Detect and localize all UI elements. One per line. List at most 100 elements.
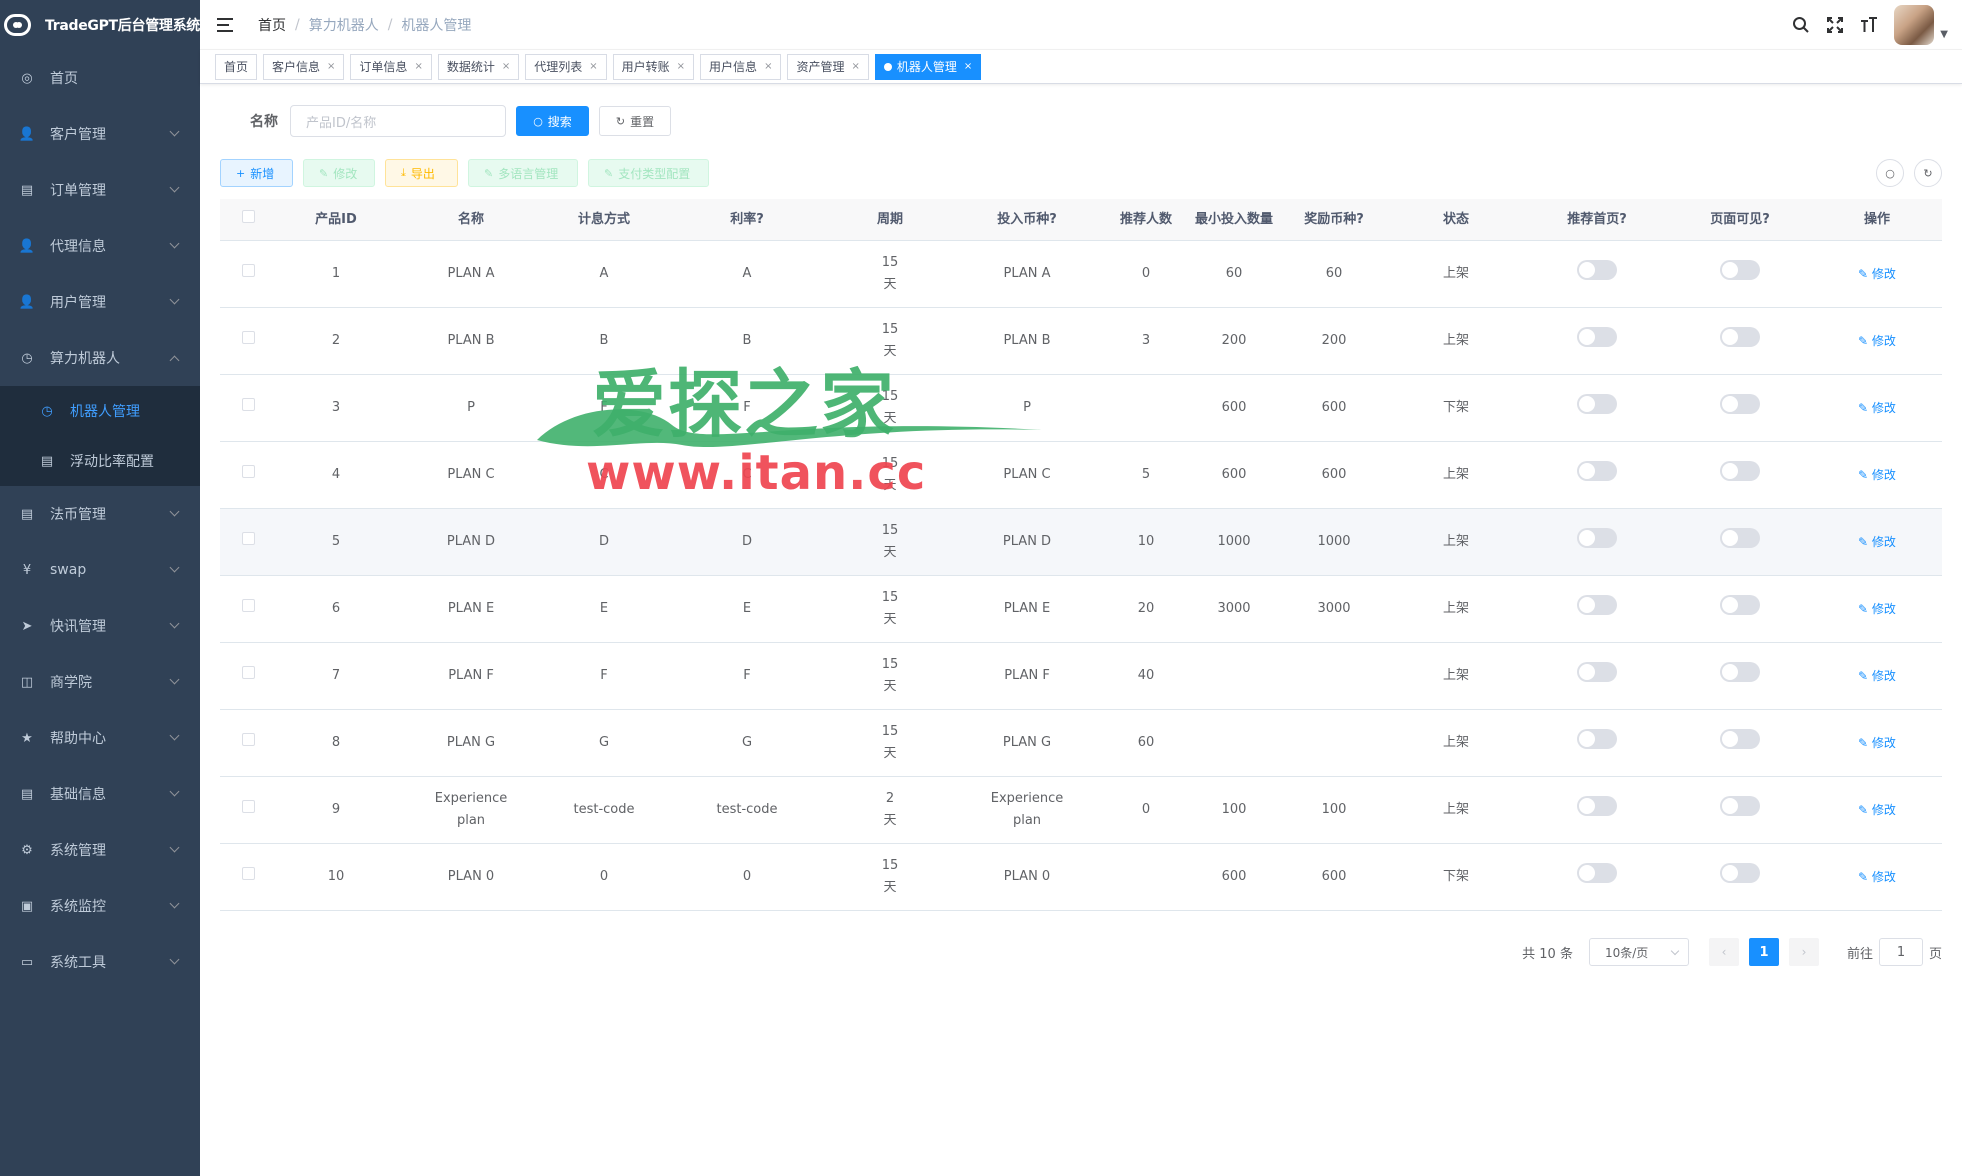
sidebar-item-more-0[interactable]: ▤ 法币管理	[0, 486, 200, 542]
hamburger-icon[interactable]	[217, 17, 233, 32]
tab-2[interactable]: 订单信息 ×	[350, 53, 432, 80]
table-row[interactable]: 1 PLAN A A A 15天 PLAN A 0 60 60 上架 ✎ 修改	[220, 241, 1942, 308]
table-row[interactable]: 2 PLAN B B B 15天 PLAN B 3 200 200 上架 ✎ 修改	[220, 308, 1942, 375]
close-icon[interactable]: ×	[327, 55, 335, 79]
caret-down-icon[interactable]: ▼	[1940, 29, 1948, 40]
sidebar-item-main-1[interactable]: 👤 客户管理	[0, 106, 200, 162]
page-number-current[interactable]: 1	[1748, 938, 1779, 966]
tab-3[interactable]: 数据统计 ×	[437, 53, 520, 80]
sidebar-item-more-7[interactable]: ▣ 系统监控	[0, 878, 200, 934]
payment-type-button[interactable]: ✎ 支付类型配置	[588, 159, 709, 187]
reset-button[interactable]: ↻ 重置	[599, 106, 671, 136]
page-visible-switch[interactable]	[1720, 394, 1760, 414]
page-visible-switch[interactable]	[1720, 796, 1760, 816]
sidebar-item-more-4[interactable]: ★ 帮助中心	[0, 710, 200, 766]
sidebar-item-sub-0[interactable]: ◷ 机器人管理	[0, 386, 200, 436]
select-all-checkbox[interactable]	[241, 209, 255, 223]
sidebar-item-main-3[interactable]: 👤 代理信息	[0, 218, 200, 274]
tab-7[interactable]: 资产管理 ×	[787, 53, 869, 80]
table-row[interactable]: 10 PLAN 0 0 0 15天 PLAN 0 600 600 下架 ✎ 修改	[220, 844, 1942, 911]
row-checkbox[interactable]	[241, 666, 255, 679]
sidebar-item-main-4[interactable]: 👤 用户管理	[0, 274, 200, 330]
recommend-home-switch[interactable]	[1577, 461, 1617, 481]
sidebar-item-sub-1[interactable]: ▤ 浮动比率配置	[0, 436, 200, 486]
next-page-button[interactable]: ›	[1788, 938, 1819, 966]
edit-button[interactable]: ✎ 修改	[303, 159, 375, 187]
add-button[interactable]: + 新增	[220, 159, 293, 187]
row-checkbox[interactable]	[241, 532, 255, 545]
page-visible-switch[interactable]	[1720, 260, 1760, 280]
recommend-home-switch[interactable]	[1577, 327, 1617, 347]
close-icon[interactable]: ×	[764, 55, 772, 79]
page-visible-switch[interactable]	[1720, 595, 1760, 615]
close-icon[interactable]: ×	[677, 55, 685, 79]
row-checkbox[interactable]	[241, 264, 255, 277]
edit-row-button[interactable]: ✎ 修改	[1858, 602, 1896, 616]
search-icon[interactable]	[1784, 16, 1818, 34]
language-manage-button[interactable]: ✎ 多语言管理	[468, 159, 578, 187]
table-row[interactable]: 6 PLAN E E E 15天 PLAN E 20 3000 3000 上架 ✎ 修改	[220, 576, 1942, 643]
page-visible-switch[interactable]	[1720, 729, 1760, 749]
recommend-home-switch[interactable]	[1577, 528, 1617, 548]
refresh-icon[interactable]: ↻	[1914, 159, 1942, 187]
sidebar-item-more-6[interactable]: ⚙ 系统管理	[0, 822, 200, 878]
tab-5[interactable]: 用户转账 ×	[612, 53, 695, 80]
table-row[interactable]: 9 Experience plan test-code test-code 2天 Expe…	[220, 777, 1942, 844]
row-checkbox[interactable]	[241, 398, 255, 411]
sidebar-item-main-2[interactable]: ▤ 订单管理	[0, 162, 200, 218]
sidebar-item-more-2[interactable]: ➤ 快讯管理	[0, 598, 200, 654]
page-visible-switch[interactable]	[1720, 461, 1760, 481]
sidebar-item-main-0[interactable]: ◎ 首页	[0, 50, 200, 106]
edit-row-button[interactable]: ✎ 修改	[1858, 535, 1896, 549]
sidebar-item-more-8[interactable]: ▭ 系统工具	[0, 934, 200, 990]
table-row[interactable]: 7 PLAN F F F 15天 PLAN F 40 上架 ✎ 修改	[220, 643, 1942, 710]
sidebar-item-main-5[interactable]: ◷ 算力机器人	[0, 330, 200, 386]
logo[interactable]: TradeGPT后台管理系统	[0, 0, 200, 50]
edit-row-button[interactable]: ✎ 修改	[1858, 803, 1896, 817]
tab-8[interactable]: 机器人管理 ×	[874, 53, 982, 80]
table-row[interactable]: 5 PLAN D D D 15天 PLAN D 10 1000 1000 上架 ✎ 修改	[220, 509, 1942, 576]
recommend-home-switch[interactable]	[1577, 863, 1617, 883]
row-checkbox[interactable]	[241, 733, 255, 746]
edit-row-button[interactable]: ✎ 修改	[1858, 468, 1896, 482]
table-row[interactable]: 8 PLAN G G G 15天 PLAN G 60 上架 ✎ 修改	[220, 710, 1942, 777]
breadcrumb-home[interactable]: 首页	[258, 15, 286, 35]
edit-row-button[interactable]: ✎ 修改	[1858, 736, 1896, 750]
page-visible-switch[interactable]	[1720, 327, 1760, 347]
page-size-select[interactable]: 10条/页	[1588, 938, 1689, 966]
sidebar-item-more-1[interactable]: ¥ swap	[0, 542, 200, 598]
row-checkbox[interactable]	[241, 465, 255, 478]
search-button[interactable]: ○ 搜索	[516, 106, 589, 136]
close-icon[interactable]: ×	[851, 55, 859, 79]
edit-row-button[interactable]: ✎ 修改	[1858, 267, 1896, 281]
tab-4[interactable]: 代理列表 ×	[525, 53, 607, 80]
close-icon[interactable]: ×	[589, 55, 597, 79]
tab-0[interactable]: 首页	[215, 53, 258, 80]
page-visible-switch[interactable]	[1720, 662, 1760, 682]
recommend-home-switch[interactable]	[1577, 260, 1617, 280]
fullscreen-icon[interactable]	[1818, 16, 1852, 34]
sidebar-item-more-5[interactable]: ▤ 基础信息	[0, 766, 200, 822]
edit-row-button[interactable]: ✎ 修改	[1858, 669, 1896, 683]
row-checkbox[interactable]	[241, 599, 255, 612]
recommend-home-switch[interactable]	[1577, 662, 1617, 682]
recommend-home-switch[interactable]	[1577, 796, 1617, 816]
prev-page-button[interactable]: ‹	[1708, 938, 1739, 966]
row-checkbox[interactable]	[241, 331, 255, 344]
tab-1[interactable]: 客户信息 ×	[263, 53, 345, 80]
close-icon[interactable]: ×	[964, 55, 972, 79]
close-icon[interactable]: ×	[502, 55, 510, 79]
sidebar-item-more-3[interactable]: ◫ 商学院	[0, 654, 200, 710]
font-size-icon[interactable]	[1852, 16, 1886, 34]
row-checkbox[interactable]	[241, 867, 255, 880]
recommend-home-switch[interactable]	[1577, 394, 1617, 414]
recommend-home-switch[interactable]	[1577, 595, 1617, 615]
recommend-home-switch[interactable]	[1577, 729, 1617, 749]
close-icon[interactable]: ×	[414, 55, 422, 79]
search-input[interactable]: 产品ID/名称	[290, 105, 506, 137]
goto-page-input[interactable]: 1	[1878, 938, 1923, 966]
table-row[interactable]: 4 PLAN C C C 15天 PLAN C 5 600 600 上架 ✎ 修改	[220, 442, 1942, 509]
row-checkbox[interactable]	[241, 800, 255, 813]
table-row[interactable]: 3 P F F 15天 P 600 600 下架 ✎ 修改	[220, 375, 1942, 442]
edit-row-button[interactable]: ✎ 修改	[1858, 870, 1896, 884]
